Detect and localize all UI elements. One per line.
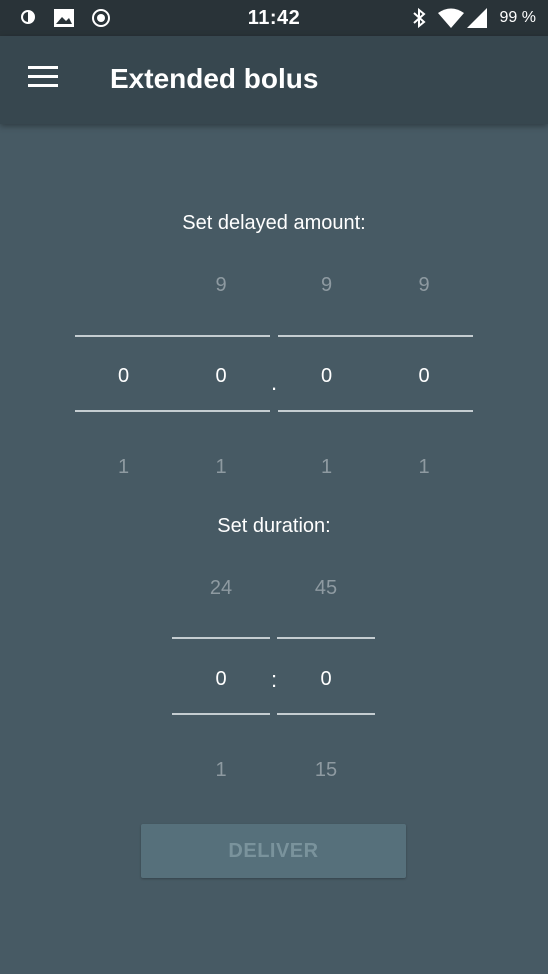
amount-picker-digit-1[interactable]: 0 1 — [75, 260, 172, 480]
picker-prev-value[interactable]: 9 — [375, 274, 473, 297]
picker-divider — [278, 335, 473, 337]
app-bar: Extended bolus — [0, 36, 548, 124]
picker-divider — [75, 335, 270, 337]
picker-next-value[interactable]: 1 — [375, 456, 473, 479]
duration-minutes-picker[interactable]: 45 0 15 — [277, 563, 375, 783]
picker-prev-value[interactable]: 9 — [172, 274, 270, 297]
duration-hours-picker[interactable]: 24 0 1 — [172, 563, 270, 783]
deliver-button[interactable]: DELIVER — [141, 824, 406, 878]
signal-icon — [466, 8, 488, 33]
duration-label: Set duration: — [217, 515, 331, 537]
amount-picker-digit-2[interactable]: 9 0 1 — [172, 260, 270, 480]
picker-selected-value[interactable]: 0 — [277, 668, 375, 691]
picker-selected-value[interactable]: 0 — [375, 365, 473, 388]
picker-divider — [172, 713, 270, 715]
picker-next-value[interactable]: 1 — [172, 456, 270, 479]
picker-prev-value[interactable]: 24 — [172, 577, 270, 600]
picker-next-value[interactable]: 1 — [278, 456, 375, 479]
battery-percentage: 99 % — [499, 9, 536, 26]
picker-divider — [278, 410, 473, 412]
delayed-amount-label: Set delayed amount: — [182, 212, 366, 234]
picker-prev-value[interactable]: 9 — [278, 274, 375, 297]
picker-next-value[interactable]: 15 — [277, 759, 375, 782]
picker-prev-value[interactable]: 45 — [277, 577, 375, 600]
bluetooth-icon — [411, 7, 427, 34]
page-title: Extended bolus — [110, 63, 319, 94]
picker-divider — [277, 713, 375, 715]
picker-selected-value[interactable]: 0 — [172, 365, 270, 388]
status-bar: 11:42 99 % — [0, 0, 548, 36]
amount-picker-digit-3[interactable]: 9 0 1 — [278, 260, 375, 480]
amount-picker-digit-4[interactable]: 9 0 1 — [375, 260, 473, 480]
hamburger-menu-icon[interactable] — [28, 66, 58, 90]
picker-divider — [277, 637, 375, 639]
picker-selected-value[interactable]: 0 — [75, 365, 172, 388]
picker-next-value[interactable]: 1 — [75, 456, 172, 479]
wifi-icon — [437, 8, 465, 33]
picker-next-value[interactable]: 1 — [172, 759, 270, 782]
picker-divider — [172, 637, 270, 639]
picker-selected-value[interactable]: 0 — [278, 365, 375, 388]
picker-divider — [75, 410, 270, 412]
picker-selected-value[interactable]: 0 — [172, 668, 270, 691]
